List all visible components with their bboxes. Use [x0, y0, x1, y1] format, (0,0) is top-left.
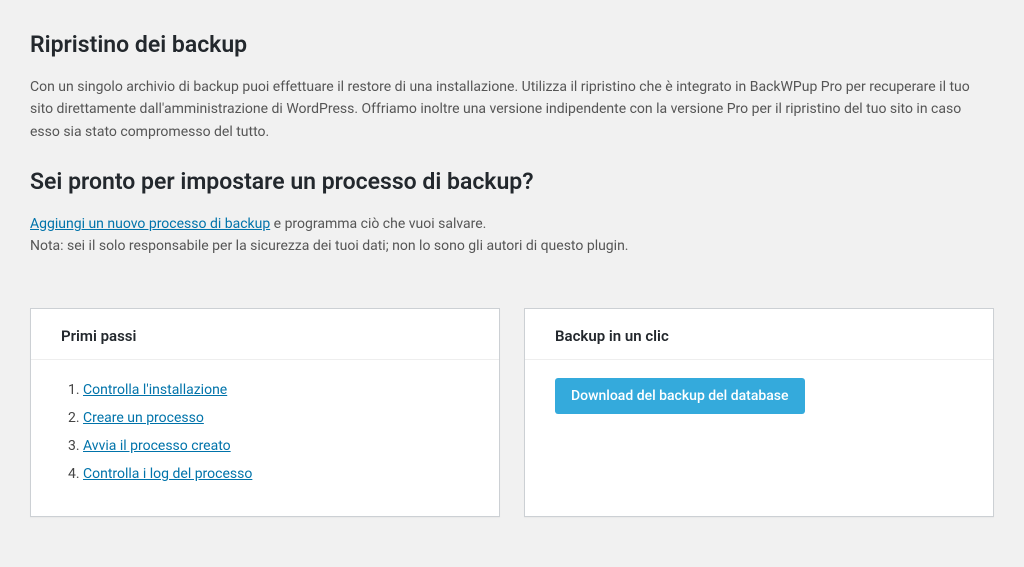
one-click-box: Backup in un clic Download del backup de… — [524, 308, 994, 517]
one-click-body: Download del backup del database — [525, 360, 993, 442]
step-link-create-job[interactable]: Creare un processo — [83, 410, 204, 426]
boxes-row: Primi passi Controlla l'installazione Cr… — [30, 308, 994, 517]
first-steps-box: Primi passi Controlla l'installazione Cr… — [30, 308, 500, 517]
list-item: Avvia il processo creato — [83, 432, 479, 460]
add-job-suffix: e programma ciò che vuoi salvare. — [270, 216, 486, 232]
list-item: Controlla i log del processo — [83, 460, 479, 488]
first-steps-body: Controlla l'installazione Creare un proc… — [31, 360, 499, 516]
add-job-link[interactable]: Aggiungi un nuovo processo di backup — [30, 216, 270, 232]
step-link-run-job[interactable]: Avvia il processo creato — [83, 438, 231, 454]
step-link-check-logs[interactable]: Controlla i log del processo — [83, 466, 252, 482]
restore-heading: Ripristino dei backup — [30, 30, 994, 60]
add-job-line: Aggiungi un nuovo processo di backup e p… — [30, 213, 994, 235]
note-text: Nota: sei il solo responsabile per la si… — [30, 235, 994, 257]
first-steps-title: Primi passi — [31, 309, 499, 360]
ready-heading: Sei pronto per impostare un processo di … — [30, 167, 994, 197]
list-item: Controlla l'installazione — [83, 376, 479, 404]
download-db-backup-button[interactable]: Download del backup del database — [555, 378, 805, 414]
step-link-check-installation[interactable]: Controlla l'installazione — [83, 382, 227, 398]
one-click-title: Backup in un clic — [525, 309, 993, 360]
list-item: Creare un processo — [83, 404, 479, 432]
restore-description: Con un singolo archivio di backup puoi e… — [30, 76, 994, 143]
first-steps-list: Controlla l'installazione Creare un proc… — [61, 376, 479, 488]
